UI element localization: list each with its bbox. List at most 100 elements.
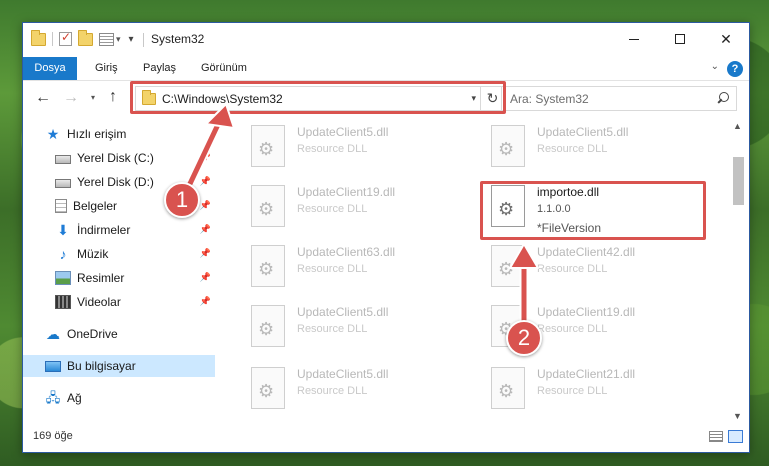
details-view-icon[interactable] — [709, 431, 723, 442]
title-bar: ▾ ▾ System32 ✕ — [23, 23, 749, 57]
file-explorer-window: ▾ ▾ System32 ✕ Dosya Giriş Paylaş Görünü… — [22, 22, 750, 453]
file-type: Resource DLL — [297, 143, 368, 155]
title-divider — [143, 33, 144, 47]
tab-file[interactable]: Dosya — [23, 57, 77, 80]
gear-icon: ⚙ — [498, 381, 515, 401]
file-name: UpdateClient5.dll — [297, 305, 389, 319]
search-icon[interactable] — [717, 92, 729, 104]
file-description: *FileVersion — [537, 221, 602, 235]
dll-file-icon: ⚙ — [251, 245, 285, 287]
file-type: Resource DLL — [537, 143, 608, 155]
pin-icon: 📌 — [199, 224, 211, 234]
sidebar-item-pictures[interactable]: Resimler 📌 — [23, 267, 215, 289]
dll-file-icon: ⚙ — [251, 367, 285, 409]
sidebar-item-label: Müzik — [77, 247, 109, 261]
chevron-down-icon[interactable]: ▾ — [116, 34, 121, 45]
window-title: System32 — [151, 32, 205, 46]
file-tile[interactable]: ⚙ UpdateClient5.dll Resource DLL — [241, 363, 471, 419]
chevron-down-icon[interactable]: ▾ — [471, 93, 476, 104]
up-arrow-icon[interactable]: ↑ — [109, 88, 117, 106]
sidebar-item-music[interactable]: ♪ Müzik 📌 — [23, 243, 215, 265]
sidebar-item-onedrive[interactable]: ☁ OneDrive — [23, 323, 215, 345]
tab-view[interactable]: Görünüm — [189, 57, 259, 80]
sidebar-item-local-disk-c[interactable]: Yerel Disk (C:) 📌 — [23, 147, 215, 169]
dll-file-icon: ⚙ — [491, 185, 525, 227]
close-button[interactable]: ✕ — [703, 23, 749, 55]
new-folder-icon[interactable] — [78, 29, 93, 46]
file-version: 1.1.0.0 — [537, 203, 571, 215]
dll-file-icon: ⚙ — [491, 245, 525, 287]
navigation-pane: ★ Hızlı erişim Yerel Disk (C:) 📌 Yerel D… — [23, 117, 215, 423]
file-name: UpdateClient5.dll — [537, 125, 629, 139]
sidebar-item-label: Yerel Disk (D:) — [77, 175, 154, 189]
sidebar-item-quick-access[interactable]: ★ Hızlı erişim — [23, 123, 215, 145]
address-path[interactable]: C:\Windows\System32 — [162, 92, 283, 106]
file-tile[interactable]: ⚙ UpdateClient42.dll Resource DLL — [481, 241, 711, 297]
address-bar[interactable]: C:\Windows\System32 ▾ — [135, 86, 481, 111]
scroll-up-icon[interactable]: ▲ — [733, 121, 742, 131]
sidebar-item-videos[interactable]: Videolar 📌 — [23, 291, 215, 313]
sidebar-item-label: Hızlı erişim — [67, 127, 127, 141]
dll-file-icon: ⚙ — [251, 305, 285, 347]
cloud-icon: ☁ — [46, 326, 60, 342]
help-icon[interactable]: ? — [727, 61, 743, 77]
file-name: UpdateClient42.dll — [537, 245, 636, 259]
pin-icon: 📌 — [199, 176, 211, 186]
vertical-scrollbar[interactable]: ▲ ▼ — [731, 119, 745, 423]
sidebar-item-label: Bu bilgisayar — [67, 359, 136, 373]
gear-icon: ⚙ — [258, 139, 275, 159]
file-name: UpdateClient5.dll — [297, 125, 389, 139]
pin-icon: 📌 — [199, 248, 211, 258]
gear-icon: ⚙ — [258, 259, 275, 279]
gear-icon: ⚙ — [258, 199, 275, 219]
recent-locations-chevron-icon[interactable]: ▾ — [91, 93, 95, 102]
pin-icon: 📌 — [199, 296, 211, 306]
pin-icon: 📌 — [199, 200, 211, 210]
file-type: Resource DLL — [537, 385, 608, 397]
gear-icon: ⚙ — [258, 319, 275, 339]
sidebar-item-downloads[interactable]: ⬇ İndirmeler 📌 — [23, 219, 215, 241]
scrollbar-thumb[interactable] — [733, 157, 744, 205]
file-type: Resource DLL — [297, 385, 368, 397]
file-tile[interactable]: ⚙ UpdateClient63.dll Resource DLL — [241, 241, 471, 297]
file-type: Resource DLL — [537, 263, 608, 275]
sidebar-item-label: Ağ — [67, 391, 82, 405]
file-name: importoe.dll — [537, 185, 600, 199]
ribbon-tabs: Dosya Giriş Paylaş Görünüm ⌄ ? — [23, 57, 749, 81]
chevron-down-icon[interactable]: ⌄ — [711, 61, 719, 72]
folder-icon[interactable] — [31, 29, 46, 46]
item-count: 169 öğe — [33, 430, 73, 442]
file-tile[interactable]: ⚙ UpdateClient21.dll Resource DLL — [481, 363, 711, 419]
maximize-button[interactable] — [657, 23, 703, 55]
tiles-view-icon[interactable] — [728, 430, 743, 443]
customize-toolbar-icon[interactable]: ▾ — [129, 34, 134, 45]
forward-arrow-icon[interactable]: → — [63, 89, 79, 107]
file-tile[interactable]: ⚙ UpdateClient5.dll Resource DLL — [481, 121, 711, 177]
tab-home[interactable]: Giriş — [83, 57, 130, 80]
file-tile[interactable]: ⚙ UpdateClient5.dll Resource DLL — [241, 301, 471, 357]
file-tile[interactable]: ⚙ UpdateClient19.dll Resource DLL — [241, 181, 471, 237]
documents-icon — [55, 199, 67, 213]
tab-share[interactable]: Paylaş — [131, 57, 188, 80]
sidebar-item-network[interactable]: 🖧 Ağ — [23, 387, 215, 409]
download-icon: ⬇ — [57, 222, 69, 238]
file-name: UpdateClient21.dll — [537, 367, 636, 381]
back-arrow-icon[interactable]: ← — [35, 89, 51, 107]
minimize-button[interactable] — [611, 23, 657, 55]
file-list: ⚙ UpdateClient5.dll Resource DLL ⚙ Updat… — [231, 117, 729, 423]
file-name: UpdateClient5.dll — [297, 367, 389, 381]
dll-file-icon: ⚙ — [251, 125, 285, 167]
dll-file-icon: ⚙ — [491, 367, 525, 409]
scroll-down-icon[interactable]: ▼ — [733, 411, 742, 421]
sidebar-item-label: Belgeler — [73, 199, 118, 213]
sidebar-item-this-pc[interactable]: Bu bilgisayar — [23, 355, 215, 377]
properties-check-icon[interactable] — [59, 30, 72, 46]
search-input[interactable]: Ara: System32 — [501, 86, 737, 111]
file-type: Resource DLL — [297, 323, 368, 335]
pin-icon: 📌 — [199, 152, 211, 162]
file-name: UpdateClient19.dll — [297, 185, 396, 199]
properties-icon[interactable] — [99, 32, 114, 46]
annotation-badge-1: 1 — [164, 182, 200, 218]
file-tile[interactable]: ⚙ UpdateClient5.dll Resource DLL — [241, 121, 471, 177]
file-tile-importoe[interactable]: ⚙ importoe.dll 1.1.0.0 *FileVersion — [481, 181, 711, 237]
